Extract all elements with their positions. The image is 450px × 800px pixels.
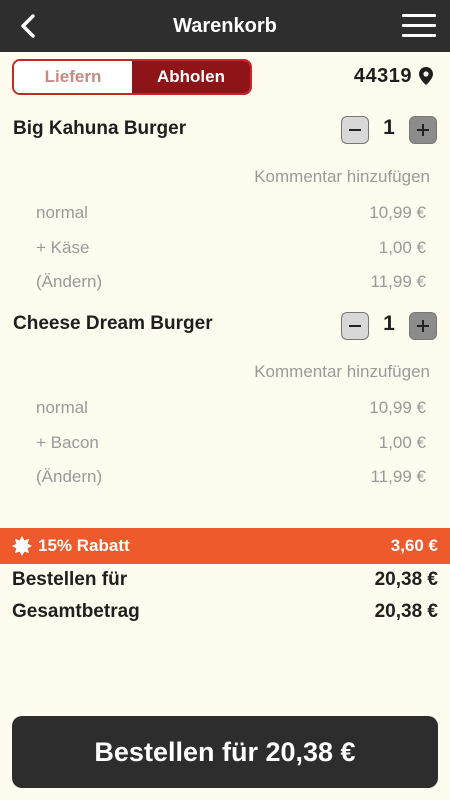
hamburger-menu-icon — [402, 14, 436, 17]
option-label: normal — [36, 203, 88, 222]
plus-icon — [417, 124, 429, 136]
discount-banner: 15% Rabatt 3,60 € — [0, 528, 450, 564]
quantity-value: 1 — [383, 116, 395, 139]
badge-star-icon — [12, 536, 32, 556]
decrease-quantity-button[interactable] — [341, 312, 369, 340]
change-item-link[interactable]: (Ändern) — [36, 272, 102, 292]
total-value: 20,38 € — [374, 601, 438, 622]
increase-quantity-button[interactable] — [409, 116, 437, 144]
page-title: Warenkorb — [173, 15, 277, 37]
add-comment-link[interactable]: Kommentar hinzufügen — [254, 362, 430, 382]
change-item-link[interactable]: (Ändern) — [36, 467, 102, 487]
total-value: 20,38 € — [374, 569, 438, 590]
app-header: Warenkorb — [0, 0, 450, 52]
minus-icon — [349, 129, 361, 131]
discount-amount: 3,60 € — [390, 536, 438, 555]
add-comment-link[interactable]: Kommentar hinzufügen — [254, 167, 430, 187]
location-selector[interactable]: 44319 — [354, 62, 434, 90]
grand-total-row: Gesamtbetrag 20,38 € — [12, 601, 438, 623]
option-label: + Käse — [36, 238, 90, 257]
plus-icon — [417, 320, 429, 332]
menu-button[interactable] — [402, 14, 436, 38]
cart-item-name: Cheese Dream Burger — [13, 313, 213, 334]
zip-code: 44319 — [353, 64, 412, 87]
total-label: Gesamtbetrag — [12, 601, 140, 622]
option-label: normal — [36, 398, 88, 417]
option-price: 10,99 € — [369, 398, 426, 417]
back-button[interactable] — [14, 12, 42, 40]
option-price: 1,00 € — [378, 433, 426, 452]
location-pin-icon — [419, 67, 433, 85]
cart-item-name: Big Kahuna Burger — [13, 118, 187, 139]
delivery-mode-toggle: Liefern Abholen — [12, 59, 252, 95]
minus-icon — [349, 325, 361, 327]
chevron-left-icon — [21, 14, 35, 38]
toggle-abholen[interactable]: Abholen — [132, 61, 250, 93]
place-order-button[interactable]: Bestellen für 20,38 € — [12, 716, 438, 788]
order-for-row: Bestellen für 20,38 € — [12, 569, 438, 591]
option-price: 10,99 € — [369, 203, 426, 222]
option-price: 1,00 € — [378, 238, 426, 257]
toggle-liefern[interactable]: Liefern — [14, 61, 132, 93]
increase-quantity-button[interactable] — [409, 312, 437, 340]
total-label: Bestellen für — [12, 569, 128, 590]
item-subtotal: 11,99 € — [370, 272, 426, 291]
option-label: + Bacon — [36, 433, 99, 452]
decrease-quantity-button[interactable] — [341, 116, 369, 144]
item-subtotal: 11,99 € — [370, 467, 426, 486]
quantity-value: 1 — [383, 312, 395, 335]
discount-label: 15% Rabatt — [38, 536, 130, 555]
